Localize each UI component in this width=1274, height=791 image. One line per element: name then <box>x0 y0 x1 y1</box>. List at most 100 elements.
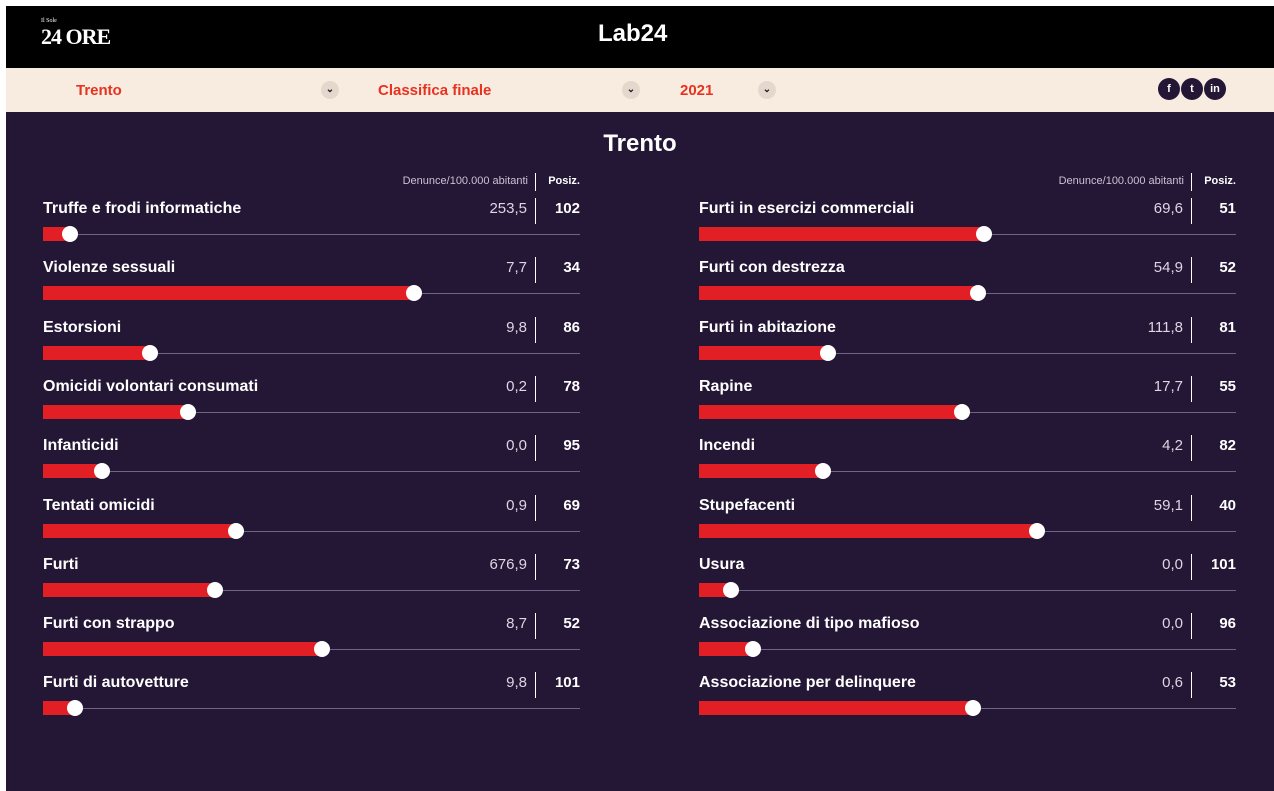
indicator-position: 52 <box>1219 259 1236 277</box>
year-select[interactable]: 2021 <box>680 82 713 99</box>
bar-knob[interactable] <box>970 285 987 302</box>
bar-knob[interactable] <box>228 522 245 539</box>
header-divider <box>535 173 536 191</box>
indicator-position: 73 <box>563 555 580 573</box>
value-divider <box>535 198 536 224</box>
bar-knob[interactable] <box>723 581 740 598</box>
indicator-row[interactable]: Associazione di tipo mafioso 0,0 96 <box>699 613 1236 667</box>
header-divider <box>1191 173 1192 191</box>
indicator-value: 17,7 <box>1153 377 1183 395</box>
indicator-row[interactable]: Omicidi volontari consumati 0,2 78 <box>43 375 580 430</box>
ranking-chevron-down-icon[interactable]: ⌄ <box>622 81 640 99</box>
bar-fill <box>699 701 973 716</box>
bar-fill <box>699 404 963 419</box>
value-divider <box>535 375 536 402</box>
bar-track <box>699 649 1236 651</box>
indicator-position: 101 <box>554 674 580 692</box>
bar-track <box>699 589 1236 591</box>
indicator-value: 69,6 <box>1153 200 1183 217</box>
indicator-position: 95 <box>563 437 580 455</box>
indicator-position: 78 <box>563 377 580 395</box>
bar-knob[interactable] <box>179 403 196 420</box>
bar-fill <box>43 642 323 657</box>
value-divider <box>535 494 536 521</box>
indicator-row[interactable]: Violenze sessuali 7,7 34 <box>43 257 580 311</box>
indicator-value: 253,5 <box>489 200 527 217</box>
indicator-position: 101 <box>1210 555 1236 573</box>
indicator-row[interactable]: Truffe e frodi informatiche 253,5 102 <box>43 198 580 252</box>
indicator-value: 0,9 <box>506 496 527 514</box>
bar-knob[interactable] <box>314 641 331 658</box>
value-divider <box>1191 613 1192 640</box>
page-frame: Il Sole 24 ORE Lab24 Trento ⌄ Classifica… <box>6 6 1274 791</box>
linkedin-icon[interactable]: in <box>1204 78 1226 100</box>
bar-knob[interactable] <box>814 463 831 480</box>
indicator-value: 0,0 <box>506 437 527 455</box>
value-divider <box>1191 316 1192 343</box>
indicator-name: Infanticidi <box>43 437 119 455</box>
indicator-row[interactable]: Furti in esercizi commerciali 69,6 51 <box>699 198 1236 252</box>
indicator-value: 54,9 <box>1153 259 1183 277</box>
bar-knob[interactable] <box>67 700 84 717</box>
sole24ore-logo[interactable]: Il Sole 24 ORE <box>41 18 111 50</box>
value-divider <box>1191 672 1192 699</box>
indicator-row[interactable]: Tentati omicidi 0,9 69 <box>43 494 580 549</box>
indicator-position: 52 <box>563 615 580 633</box>
indicator-name: Tentati omicidi <box>43 496 155 514</box>
city-select[interactable]: Trento <box>76 82 122 99</box>
indicator-value: 4,2 <box>1162 437 1183 455</box>
year-chevron-down-icon[interactable]: ⌄ <box>758 81 776 99</box>
indicator-value: 8,7 <box>506 615 527 633</box>
indicator-row[interactable]: Rapine 17,7 55 <box>699 375 1236 430</box>
indicator-row[interactable]: Furti con destrezza 54,9 52 <box>699 257 1236 311</box>
indicator-name: Furti <box>43 555 79 573</box>
indicator-name: Truffe e frodi informatiche <box>43 200 242 217</box>
bar-knob[interactable] <box>1029 522 1046 539</box>
indicator-row[interactable]: Furti 676,9 73 <box>43 553 580 608</box>
indicator-row[interactable]: Furti in abitazione 111,8 81 <box>699 316 1236 371</box>
bar-track <box>43 708 580 710</box>
metric-header: Denunce/100.000 abitanti <box>1058 175 1184 187</box>
indicator-row[interactable]: Usura 0,0 101 <box>699 553 1236 608</box>
metric-header: Denunce/100.000 abitanti <box>402 175 528 187</box>
indicator-row[interactable]: Infanticidi 0,0 95 <box>43 435 580 489</box>
indicator-position: 82 <box>1219 437 1236 455</box>
indicator-name: Estorsioni <box>43 318 122 336</box>
facebook-icon[interactable]: f <box>1158 78 1180 100</box>
indicator-position: 96 <box>1219 615 1236 633</box>
indicator-value: 9,8 <box>506 318 527 336</box>
indicator-row[interactable]: Furti con strappo 8,7 52 <box>43 613 580 667</box>
indicator-position: 51 <box>1219 200 1236 217</box>
ranking-select[interactable]: Classifica finale <box>378 82 491 99</box>
indicator-row[interactable]: Estorsioni 9,8 86 <box>43 316 580 371</box>
value-divider <box>1191 553 1192 580</box>
value-divider <box>535 613 536 640</box>
city-chevron-down-icon[interactable]: ⌄ <box>321 81 339 99</box>
bar-knob[interactable] <box>975 226 992 242</box>
bar-knob[interactable] <box>744 641 761 658</box>
bar-fill <box>699 523 1038 538</box>
bar-knob[interactable] <box>94 463 111 480</box>
indicator-row[interactable]: Associazione per delinquere 0,6 53 <box>699 672 1236 726</box>
bar-knob[interactable] <box>142 344 159 361</box>
filter-bar: Trento ⌄ Classifica finale ⌄ 2021 ⌄ f t … <box>6 68 1274 112</box>
indicator-value: 7,7 <box>506 259 527 277</box>
twitter-icon[interactable]: t <box>1181 78 1203 100</box>
indicator-row[interactable]: Stupefacenti 59,1 40 <box>699 494 1236 549</box>
indicator-value: 0,6 <box>1162 674 1183 692</box>
indicator-name: Violenze sessuali <box>43 259 176 277</box>
bar-knob[interactable] <box>964 700 981 717</box>
indicator-name: Stupefacenti <box>699 496 796 514</box>
indicator-row[interactable]: Furti di autovetture 9,8 101 <box>43 672 580 726</box>
bar-knob[interactable] <box>61 226 78 242</box>
bar-knob[interactable] <box>206 581 223 598</box>
value-divider <box>1191 198 1192 224</box>
value-divider <box>1191 494 1192 521</box>
bar-knob[interactable] <box>819 344 836 361</box>
lab24-logo[interactable]: Lab24 <box>598 20 667 48</box>
value-divider <box>535 257 536 284</box>
bar-knob[interactable] <box>954 403 971 420</box>
bar-knob[interactable] <box>405 285 422 302</box>
indicator-row[interactable]: Incendi 4,2 82 <box>699 435 1236 489</box>
indicator-position: 102 <box>554 200 580 217</box>
